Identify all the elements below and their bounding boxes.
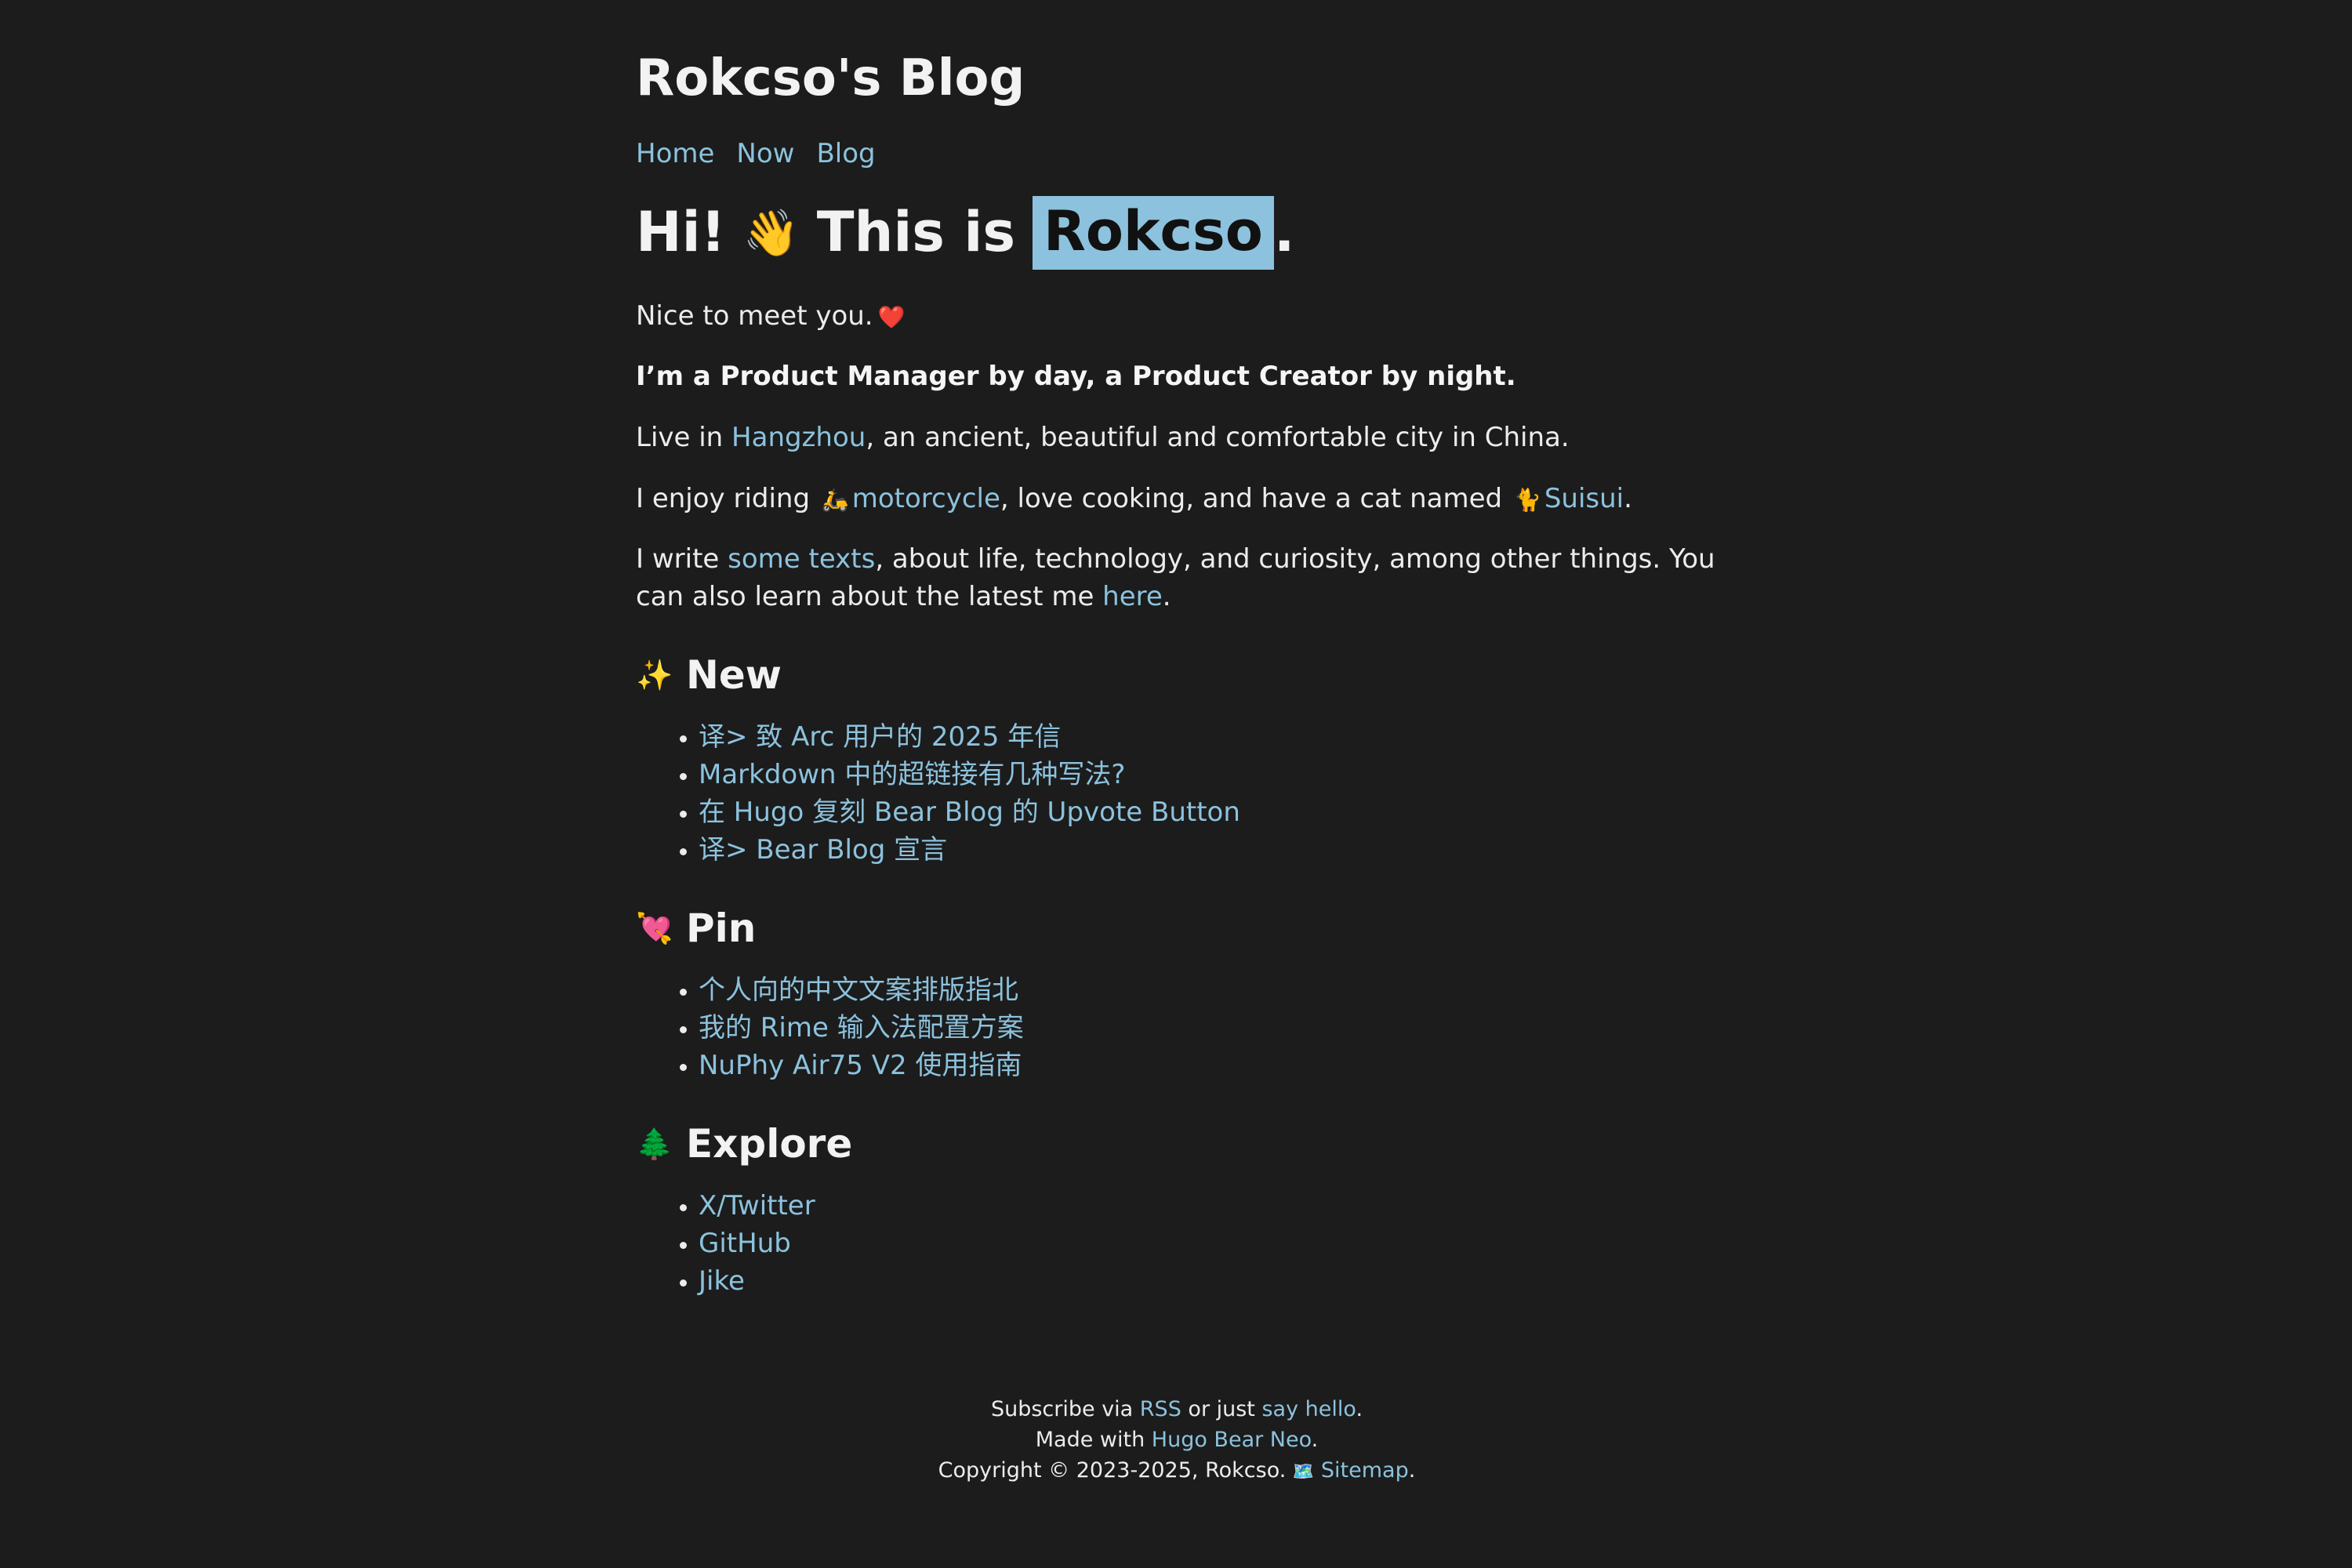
hugo-bear-neo-link[interactable]: Hugo Bear Neo	[1152, 1428, 1312, 1452]
post-link[interactable]: 译> Bear Blog 宣言	[699, 834, 947, 866]
rss-link[interactable]: RSS	[1140, 1397, 1181, 1421]
list-item: 个人向的中文文案排版指北	[699, 971, 1718, 1009]
heart-icon: ❤️	[877, 303, 906, 330]
list-item: 在 Hugo 复刻 Bear Blog 的 Upvote Button	[699, 793, 1718, 831]
here-link[interactable]: here	[1102, 581, 1163, 612]
hero-prefix: Hi!	[636, 200, 726, 265]
post-link[interactable]: NuPhy Air75 V2 使用指南	[699, 1050, 1022, 1081]
waving-hand-icon: 👋	[742, 205, 800, 260]
hero-name-highlight: Rokcso	[1033, 196, 1274, 270]
list-item: NuPhy Air75 V2 使用指南	[699, 1047, 1718, 1084]
post-link[interactable]: 个人向的中文文案排版指北	[699, 975, 1018, 1006]
footer-text: Made with	[1035, 1428, 1152, 1452]
hero-suffix: .	[1273, 200, 1295, 265]
list-item: Jike	[699, 1262, 1718, 1300]
nav-now-link[interactable]: Now	[736, 136, 794, 173]
post-link[interactable]: 译> 致 Arc 用户的 2025 年信	[699, 721, 1061, 753]
hobbies-text-pre: I enjoy riding	[636, 482, 818, 514]
motor-scooter-icon: 🛵	[821, 486, 849, 513]
location-text-pre: Live in	[636, 422, 732, 454]
intro-greeting: Nice to meet you. ❤️	[636, 298, 1718, 336]
tagline-text: I’m a Product Manager by day, a Product …	[636, 361, 1516, 393]
section-pin-title: Pin	[686, 906, 757, 952]
intro-writing: I write some texts, about life, technolo…	[636, 541, 1718, 615]
copyright-text: Copyright © 2023-2025, Rokcso.	[938, 1458, 1293, 1483]
explore-links-list: X/Twitter GitHub Jike	[636, 1187, 1718, 1300]
pinned-posts-list: 个人向的中文文案排版指北 我的 Rime 输入法配置方案 NuPhy Air75…	[636, 971, 1718, 1084]
footer-text: Subscribe via	[990, 1397, 1140, 1421]
sparkles-icon: ✨	[636, 658, 673, 693]
hero-heading: Hi! 👋 This is Rokcso .	[636, 196, 1718, 270]
footer-text: .	[1356, 1397, 1363, 1421]
list-item: Markdown 中的超链接有几种写法?	[699, 756, 1718, 793]
list-item: 译> 致 Arc 用户的 2025 年信	[699, 718, 1718, 756]
list-item: 我的 Rime 输入法配置方案	[699, 1009, 1718, 1047]
list-item: GitHub	[699, 1225, 1718, 1262]
section-new-title: New	[686, 652, 782, 699]
jike-link[interactable]: Jike	[699, 1265, 745, 1297]
hangzhou-link[interactable]: Hangzhou	[731, 422, 866, 453]
cat-icon: 🐈	[1513, 486, 1541, 513]
section-new-heading: ✨ New	[636, 650, 1718, 701]
evergreen-tree-icon: 🌲	[636, 1127, 673, 1162]
writing-text-post: .	[1162, 580, 1171, 612]
heart-arrow-icon: 💘	[636, 911, 673, 946]
footer-text: or just	[1181, 1397, 1262, 1421]
intro-location: Live in Hangzhou, an ancient, beautiful …	[636, 419, 1718, 457]
site-footer: Subscribe via RSS or just say hello. Mad…	[636, 1394, 1718, 1487]
some-texts-link[interactable]: some texts	[728, 543, 875, 575]
hobbies-text-post: .	[1624, 482, 1632, 514]
twitter-link[interactable]: X/Twitter	[699, 1190, 815, 1221]
map-icon: 🗺️	[1292, 1462, 1315, 1482]
new-posts-list: 译> 致 Arc 用户的 2025 年信 Markdown 中的超链接有几种写法…	[636, 718, 1718, 869]
post-link[interactable]: 在 Hugo 复刻 Bear Blog 的 Upvote Button	[699, 797, 1240, 828]
footer-text: .	[1311, 1428, 1319, 1452]
nav-blog-link[interactable]: Blog	[816, 136, 875, 173]
github-link[interactable]: GitHub	[699, 1228, 791, 1259]
hobbies-text-mid: , love cooking, and have a cat named	[1000, 482, 1511, 514]
section-explore-title: Explore	[686, 1121, 853, 1167]
motorcycle-link[interactable]: motorcycle	[852, 483, 1000, 514]
hero-middle: This is	[816, 200, 1016, 265]
main-nav: Home Now Blog	[636, 136, 1718, 173]
location-text-post: , an ancient, beautiful and comfortable …	[866, 422, 1570, 454]
post-link[interactable]: 我的 Rime 输入法配置方案	[699, 1012, 1024, 1044]
suisui-link[interactable]: Suisui	[1544, 483, 1624, 514]
section-explore-heading: 🌲 Explore	[636, 1119, 1718, 1170]
nav-home-link[interactable]: Home	[636, 136, 714, 173]
section-pin-heading: 💘 Pin	[636, 903, 1718, 954]
footer-copyright-line: Copyright © 2023-2025, Rokcso. 🗺️ Sitema…	[636, 1455, 1718, 1487]
intro-tagline: I’m a Product Manager by day, a Product …	[636, 358, 1718, 396]
greeting-text: Nice to meet you.	[636, 299, 873, 332]
footer-text: .	[1408, 1458, 1416, 1483]
site-title[interactable]: Rokcso's Blog	[636, 49, 1718, 109]
footer-made-with-line: Made with Hugo Bear Neo.	[636, 1425, 1718, 1455]
list-item: 译> Bear Blog 宣言	[699, 831, 1718, 869]
intro-hobbies: I enjoy riding 🛵 motorcycle, love cooking…	[636, 481, 1718, 518]
say-hello-link[interactable]: say hello	[1261, 1397, 1356, 1421]
list-item: X/Twitter	[699, 1187, 1718, 1225]
post-link[interactable]: Markdown 中的超链接有几种写法?	[699, 759, 1125, 790]
footer-subscribe-line: Subscribe via RSS or just say hello.	[636, 1394, 1718, 1425]
page-container: Rokcso's Blog Home Now Blog Hi! 👋 This i…	[636, 0, 1718, 1483]
writing-text-pre: I write	[636, 543, 728, 575]
sitemap-link[interactable]: Sitemap	[1321, 1458, 1409, 1483]
